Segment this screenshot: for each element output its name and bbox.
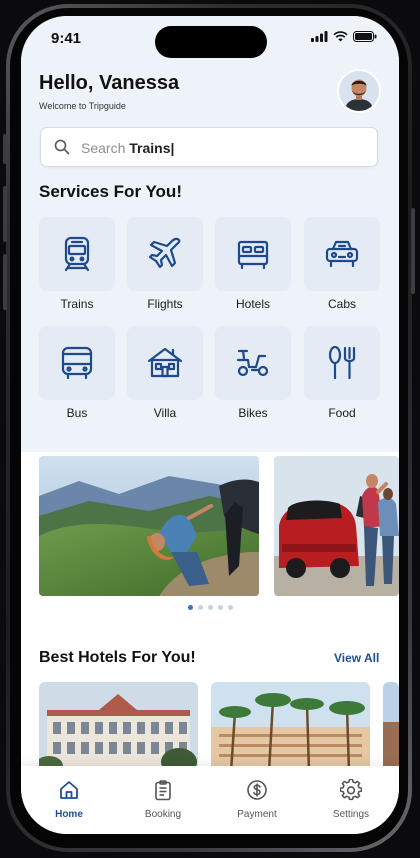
action-button bbox=[3, 134, 7, 164]
tab-home[interactable]: Home bbox=[29, 779, 109, 820]
service-villa[interactable]: Villa bbox=[127, 326, 203, 426]
service-tile bbox=[127, 217, 203, 291]
service-label: Hotels bbox=[235, 297, 270, 311]
pagination-dot[interactable] bbox=[208, 605, 213, 610]
service-trains[interactable]: Trains bbox=[39, 217, 115, 317]
service-label: Food bbox=[328, 406, 356, 420]
pagination-dot-active[interactable] bbox=[188, 605, 193, 610]
service-label: Bikes bbox=[238, 406, 268, 420]
service-label: Cabs bbox=[327, 297, 356, 311]
gear-icon bbox=[339, 778, 363, 801]
resort-palms-photo bbox=[211, 682, 370, 772]
service-bus[interactable]: Bus bbox=[39, 326, 115, 426]
car-icon bbox=[325, 240, 359, 268]
service-food[interactable]: Food bbox=[304, 326, 380, 426]
tab-booking[interactable]: Booking bbox=[123, 779, 203, 820]
avatar-person-icon bbox=[339, 71, 379, 111]
volume-up-button bbox=[3, 186, 7, 242]
hotel-card-2[interactable] bbox=[211, 682, 370, 772]
carousel-pagination[interactable] bbox=[188, 605, 233, 610]
hotel-building-photo bbox=[39, 682, 198, 772]
avatar[interactable] bbox=[337, 69, 381, 113]
dollar-circle-icon bbox=[247, 780, 267, 800]
service-flights[interactable]: Flights bbox=[127, 217, 203, 317]
home-icon bbox=[60, 781, 78, 799]
greeting-subtitle: Welcome to Tripguide bbox=[39, 101, 126, 111]
search-placeholder: Search bbox=[81, 140, 130, 156]
hotel-card-1[interactable] bbox=[39, 682, 198, 772]
service-tile bbox=[304, 217, 380, 291]
service-label: Flights bbox=[147, 297, 183, 311]
service-cabs[interactable]: Cabs bbox=[304, 217, 380, 317]
volume-down-button bbox=[3, 254, 7, 310]
hotels-title: Best Hotels For You! bbox=[39, 649, 196, 666]
tab-label: Payment bbox=[237, 809, 277, 820]
search-input[interactable]: Search Trains| bbox=[40, 127, 378, 167]
dynamic-island bbox=[155, 26, 267, 58]
clipboard-icon bbox=[155, 780, 171, 801]
service-tile bbox=[215, 326, 291, 400]
pagination-dot[interactable] bbox=[218, 605, 223, 610]
app-screen: 9:41 Hello, Vanessa Welcome to Tripguide bbox=[21, 16, 399, 834]
status-bar: 9:41 bbox=[21, 16, 399, 60]
search-query: Trains| bbox=[129, 140, 175, 156]
search-icon bbox=[54, 139, 70, 155]
tab-payment[interactable]: Payment bbox=[217, 779, 297, 820]
signal-icon bbox=[311, 31, 328, 42]
tab-label: Booking bbox=[144, 809, 182, 820]
service-label: Villa bbox=[153, 406, 177, 420]
promo-banner-2[interactable] bbox=[274, 456, 399, 596]
couple-car-photo bbox=[274, 456, 399, 596]
view-all-link[interactable]: View All bbox=[334, 651, 379, 665]
fork-spoon-icon bbox=[328, 345, 356, 380]
service-tile bbox=[127, 326, 203, 400]
wifi-icon bbox=[333, 31, 348, 42]
house-icon bbox=[147, 347, 183, 378]
battery-icon bbox=[353, 31, 377, 42]
service-tile bbox=[215, 217, 291, 291]
bed-icon bbox=[237, 240, 269, 270]
search-text: Search Trains| bbox=[81, 140, 174, 156]
service-hotels[interactable]: Hotels bbox=[215, 217, 291, 317]
tab-label: Home bbox=[55, 809, 83, 820]
service-label: Trains bbox=[60, 297, 94, 311]
tab-settings[interactable]: Settings bbox=[311, 778, 391, 820]
service-bikes[interactable]: Bikes bbox=[215, 326, 291, 426]
promo-banner-1[interactable] bbox=[39, 456, 259, 596]
service-tile bbox=[39, 326, 115, 400]
status-icons bbox=[311, 31, 377, 42]
status-time: 9:41 bbox=[51, 30, 82, 47]
scooter-icon bbox=[236, 349, 269, 377]
services-title: Services For You! bbox=[39, 182, 182, 201]
hotel-card-3[interactable] bbox=[383, 682, 399, 772]
mountain-woman-photo bbox=[39, 456, 259, 596]
pagination-dot[interactable] bbox=[198, 605, 203, 610]
train-icon bbox=[64, 236, 90, 272]
tab-label: Settings bbox=[332, 809, 370, 820]
hotel-partial-photo bbox=[383, 682, 399, 772]
plane-icon bbox=[148, 237, 181, 269]
power-button bbox=[411, 208, 415, 294]
bus-icon bbox=[61, 346, 93, 380]
greeting-title: Hello, Vanessa bbox=[39, 72, 180, 94]
service-label: Bus bbox=[66, 406, 88, 420]
service-tile bbox=[39, 217, 115, 291]
pagination-dot[interactable] bbox=[228, 605, 233, 610]
service-tile bbox=[304, 326, 380, 400]
bottom-tab-bar: Home Booking Payment Settings bbox=[21, 766, 399, 834]
